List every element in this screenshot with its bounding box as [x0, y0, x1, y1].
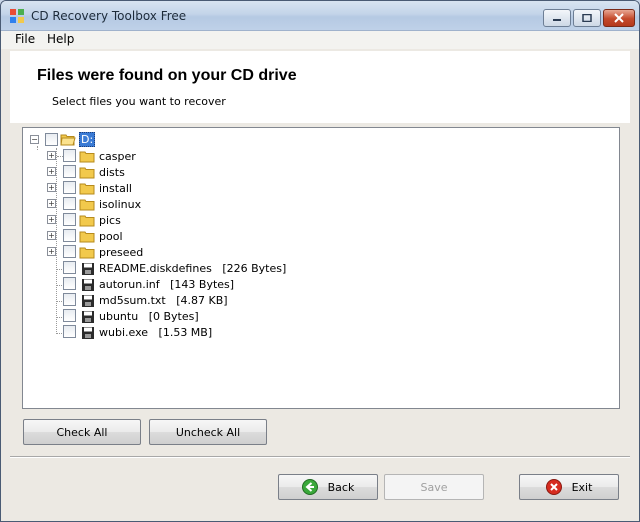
expand-icon[interactable]: + — [47, 151, 56, 160]
folder-label: isolinux — [99, 198, 142, 211]
file-name: md5sum.txt — [99, 294, 166, 307]
folder-icon — [79, 215, 95, 227]
menu-help[interactable]: Help — [43, 32, 78, 46]
tree-line — [56, 148, 57, 332]
folder-checkbox[interactable] — [63, 181, 76, 194]
file-checkbox[interactable] — [63, 277, 76, 290]
floppy-disk-icon — [82, 295, 94, 307]
folder-label: casper — [99, 150, 136, 163]
file-size: [143 Bytes] — [170, 278, 235, 291]
expand-icon[interactable]: + — [47, 247, 56, 256]
folder-checkbox[interactable] — [63, 213, 76, 226]
maximize-button[interactable] — [573, 9, 601, 27]
wizard-header: Files were found on your CD drive Select… — [10, 51, 630, 123]
exit-button-label: Exit — [571, 480, 593, 494]
app-window: CD Recovery Toolbox Free File Help Files… — [0, 0, 640, 522]
close-icon — [614, 13, 624, 23]
check-all-button[interactable]: Check All — [23, 419, 141, 445]
folder-label: install — [99, 182, 132, 195]
folder-label: pool — [99, 230, 123, 243]
folder-icon — [79, 247, 95, 259]
floppy-disk-icon — [82, 263, 94, 275]
folder-checkbox[interactable] — [63, 165, 76, 178]
floppy-disk-icon — [82, 279, 94, 291]
collapse-icon[interactable]: − — [30, 135, 39, 144]
file-size: [0 Bytes] — [148, 310, 199, 323]
file-tree[interactable]: − D: + casper + dists + install + isolin… — [22, 127, 620, 409]
page-subtitle: Select files you want to recover — [52, 95, 226, 108]
root-checkbox[interactable] — [45, 133, 58, 146]
maximize-icon — [582, 14, 592, 22]
expand-icon[interactable]: + — [47, 215, 56, 224]
folder-icon — [79, 167, 95, 179]
folder-icon — [79, 231, 95, 243]
folder-checkbox[interactable] — [63, 197, 76, 210]
folder-label: preseed — [99, 246, 144, 259]
window-title: CD Recovery Toolbox Free — [31, 9, 187, 23]
app-icon — [10, 9, 24, 23]
folder-icon — [79, 183, 95, 195]
drive-label[interactable]: D: — [79, 132, 96, 147]
file-name: ubuntu — [99, 310, 139, 323]
folder-checkbox[interactable] — [63, 229, 76, 242]
back-button-label: Back — [327, 480, 355, 494]
file-name: autorun.inf — [99, 278, 160, 291]
menu-bar: File Help — [1, 31, 639, 49]
floppy-disk-icon — [82, 327, 94, 339]
expand-icon[interactable]: + — [47, 183, 56, 192]
page-title: Files were found on your CD drive — [37, 67, 297, 84]
expand-icon[interactable]: + — [47, 199, 56, 208]
folder-icon — [79, 199, 95, 211]
back-button[interactable]: Back — [278, 474, 378, 500]
folder-checkbox[interactable] — [63, 245, 76, 258]
file-checkbox[interactable] — [63, 325, 76, 338]
title-bar[interactable]: CD Recovery Toolbox Free — [1, 1, 639, 31]
tree-line — [37, 146, 38, 150]
divider — [10, 456, 630, 458]
expand-icon[interactable]: + — [47, 231, 56, 240]
folder-label: dists — [99, 166, 125, 179]
file-name: wubi.exe — [99, 326, 149, 339]
file-size: [226 Bytes] — [222, 262, 287, 275]
minimize-button[interactable] — [543, 9, 571, 27]
file-checkbox[interactable] — [63, 293, 76, 306]
minimize-icon — [553, 19, 561, 21]
floppy-disk-icon — [82, 311, 94, 323]
folder-open-icon — [60, 134, 76, 146]
exit-button[interactable]: Exit — [519, 474, 619, 500]
file-checkbox[interactable] — [63, 309, 76, 322]
file-checkbox[interactable] — [63, 261, 76, 274]
exit-icon — [545, 479, 562, 495]
back-arrow-icon — [301, 479, 318, 495]
file-name: README.diskdefines — [99, 262, 212, 275]
uncheck-all-button[interactable]: Uncheck All — [149, 419, 267, 445]
menu-file[interactable]: File — [11, 32, 39, 46]
save-button[interactable]: Save — [384, 474, 484, 500]
folder-checkbox[interactable] — [63, 149, 76, 162]
file-size: [4.87 KB] — [176, 294, 228, 307]
file-size: [1.53 MB] — [158, 326, 213, 339]
expand-icon[interactable]: + — [47, 167, 56, 176]
folder-icon — [79, 151, 95, 163]
folder-label: pics — [99, 214, 121, 227]
close-button[interactable] — [603, 9, 635, 27]
